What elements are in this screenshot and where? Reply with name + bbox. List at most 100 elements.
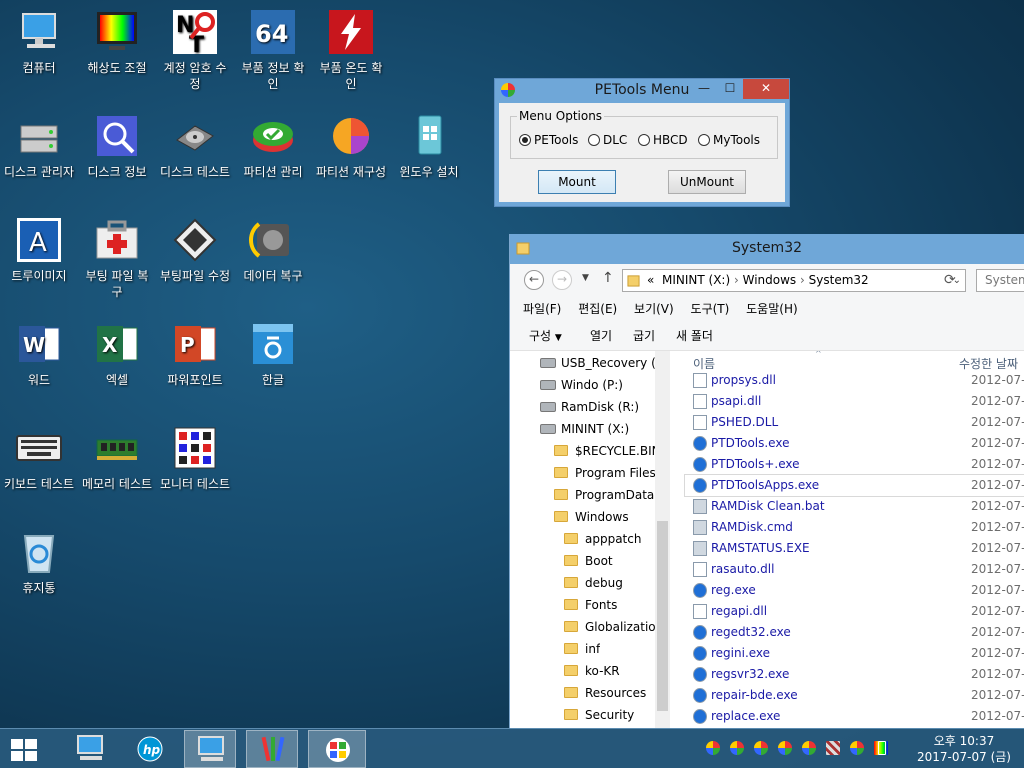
desktop-icon-disk-info[interactable]: 디스크 정보 — [81, 112, 153, 180]
desktop-icon-disk-test[interactable]: 디스크 테스트 — [159, 112, 231, 180]
close-button[interactable]: ✕ — [743, 79, 789, 99]
radio-hbcd[interactable]: HBCD — [638, 133, 688, 147]
nav-folder[interactable]: inf — [564, 638, 600, 660]
desktop-icon-word[interactable]: W 워드 — [3, 320, 75, 388]
file-row[interactable]: regini.exe 2012-07-26 — [685, 643, 1024, 664]
tray-windows-icon[interactable] — [706, 741, 720, 755]
file-row[interactable]: regedt32.exe 2012-07-26 — [685, 622, 1024, 643]
taskbar-petools[interactable] — [308, 730, 366, 768]
menu-help[interactable]: 도움말(H) — [746, 302, 798, 316]
nav-folder[interactable]: Resources — [564, 682, 646, 704]
nav-folder[interactable]: Security — [564, 704, 634, 726]
desktop-icon-boot-repair[interactable]: 부팅 파일 복구 — [81, 216, 153, 300]
new-folder-button[interactable]: 새 폴더 — [676, 321, 713, 351]
desktop-icon-boot-edit[interactable]: 부팅파일 수정 — [159, 216, 231, 284]
radio-petools[interactable]: PETools — [519, 133, 578, 147]
file-row[interactable]: replace.exe 2012-07-26 — [685, 706, 1024, 727]
taskbar-computer[interactable] — [64, 730, 116, 768]
file-row[interactable]: psapi.dll 2012-07-26 — [685, 391, 1024, 412]
menu-tools[interactable]: 도구(T) — [691, 302, 730, 316]
explorer-titlebar[interactable]: System32 — [510, 234, 1024, 264]
desktop-icon-keyboard-test[interactable]: 키보드 테스트 — [3, 424, 75, 492]
tray-windows-icon[interactable] — [850, 741, 864, 755]
file-row[interactable]: RAMDisk.cmd 2012-07-26 — [685, 517, 1024, 538]
nav-drive[interactable]: Windo (P:) — [540, 374, 623, 396]
scrollbar-thumb[interactable] — [657, 521, 668, 711]
desktop-icon-computer[interactable]: 컴퓨터 — [3, 8, 75, 76]
desktop-icon-data-recovery[interactable]: 데이터 복구 — [237, 216, 309, 284]
nav-folder[interactable]: apppatch — [564, 528, 641, 550]
taskbar-tools[interactable] — [246, 730, 298, 768]
refresh-icon[interactable]: ⟳ — [944, 272, 956, 288]
desktop-icon-resolution[interactable]: 해상도 조절 — [81, 8, 153, 76]
up-arrow-icon[interactable]: ↑ — [602, 270, 614, 286]
desktop-icon-cpuz[interactable]: 64 부품 정보 확인 — [237, 8, 309, 92]
tray-windows-icon[interactable] — [754, 741, 768, 755]
file-row[interactable]: PTDTools.exe 2012-07-26 — [685, 433, 1024, 454]
nav-drive[interactable]: MININT (X:) — [540, 418, 629, 440]
desktop-icon-temperature[interactable]: 부품 온도 확인 — [315, 8, 387, 92]
file-row[interactable]: PTDToolsApps.exe 2012-07-26 — [684, 474, 1024, 497]
start-button[interactable] — [0, 730, 46, 768]
desktop-icon-hangul[interactable]: 한글 — [237, 320, 309, 388]
breadcrumb-windows[interactable]: Windows — [743, 273, 797, 287]
menu-edit[interactable]: 편집(E) — [578, 302, 617, 316]
nav-folder[interactable]: $RECYCLE.BIN — [554, 440, 661, 462]
breadcrumb-minint[interactable]: MININT (X:) — [662, 273, 730, 287]
file-row[interactable]: repair-bde.exe 2012-07-26 — [685, 685, 1024, 706]
file-row[interactable]: PTDTools+.exe 2012-07-26 — [685, 454, 1024, 475]
nav-folder[interactable]: ko-KR — [564, 660, 620, 682]
desktop-icon-trueimage[interactable]: A 트루이미지 — [3, 216, 75, 284]
clock[interactable]: 오후 10:37 2017-07-07 (금) — [904, 733, 1024, 765]
tray-windows-icon[interactable] — [802, 741, 816, 755]
file-row[interactable]: RAMSTATUS.EXE 2012-07-26 — [685, 538, 1024, 559]
nav-folder[interactable]: Boot — [564, 550, 613, 572]
breadcrumb-separator[interactable]: › — [734, 273, 739, 287]
desktop-icon-partition[interactable]: 파티션 관리 — [237, 112, 309, 180]
tray-windows-icon[interactable] — [730, 741, 744, 755]
file-row[interactable]: RAMDisk Clean.bat 2012-07-26 — [685, 496, 1024, 517]
petools-titlebar[interactable]: PETools Menu — ☐ ✕ — [495, 79, 789, 103]
tray-usb-icon[interactable] — [878, 741, 886, 755]
mount-button[interactable]: Mount — [538, 170, 616, 194]
desktop-icon-powerpoint[interactable]: P 파워포인트 — [159, 320, 231, 388]
address-bar[interactable]: « MININT (X:) › Windows › System32 ⌄ — [622, 269, 966, 292]
file-row[interactable]: reg.exe 2012-07-26 — [685, 580, 1024, 601]
desktop-icon-excel[interactable]: X 엑셀 — [81, 320, 153, 388]
desktop-icon-partition-rebuild[interactable]: 파티션 재구성 — [315, 112, 387, 180]
menu-view[interactable]: 보기(V) — [634, 302, 674, 316]
open-button[interactable]: 열기 — [590, 321, 612, 351]
burn-button[interactable]: 굽기 — [633, 321, 655, 351]
nav-scrollbar[interactable] — [655, 351, 670, 728]
maximize-button[interactable]: ☐ — [717, 79, 743, 99]
desktop-icon-memory-test[interactable]: 메모리 테스트 — [81, 424, 153, 492]
desktop-icon-password[interactable]: NT 계정 암호 수정 — [159, 8, 231, 92]
back-button[interactable]: ← — [524, 270, 544, 290]
file-row[interactable]: propsys.dll 2012-07-26 — [685, 370, 1024, 391]
nav-folder[interactable]: Globalization — [564, 616, 663, 638]
forward-button[interactable]: → — [552, 270, 572, 290]
nav-folder[interactable]: Fonts — [564, 594, 617, 616]
search-input[interactable]: System — [976, 269, 1024, 292]
desktop-icon-disk-manager[interactable]: 디스크 관리자 — [3, 112, 75, 180]
desktop-icon-windows-setup[interactable]: 윈도우 설치 — [393, 112, 465, 180]
menu-file[interactable]: 파일(F) — [523, 302, 561, 316]
organize-button[interactable]: 구성 ▼ — [529, 321, 562, 353]
address-overflow[interactable]: « — [647, 273, 654, 287]
nav-drive[interactable]: USB_Recovery (C — [540, 352, 664, 374]
taskbar-hp[interactable]: hp — [124, 730, 176, 768]
nav-folder[interactable]: Program Files — [554, 462, 656, 484]
nav-folder[interactable]: debug — [564, 572, 623, 594]
file-row[interactable]: PSHED.DLL 2012-07-26 — [685, 412, 1024, 433]
desktop-icon-recycle-bin[interactable]: 휴지통 — [3, 528, 75, 596]
unmount-button[interactable]: UnMount — [668, 170, 746, 194]
file-row[interactable]: regsvr32.exe 2012-07-26 — [685, 664, 1024, 685]
radio-dlc[interactable]: DLC — [588, 133, 627, 147]
taskbar-explorer[interactable] — [184, 730, 236, 768]
desktop-icon-monitor-test[interactable]: 모니터 테스트 — [159, 424, 231, 492]
file-row[interactable]: rasauto.dll 2012-07-26 — [685, 559, 1024, 580]
radio-mytools[interactable]: MyTools — [698, 133, 760, 147]
nav-folder[interactable]: Windows — [554, 506, 629, 528]
file-row[interactable]: regapi.dll 2012-07-26 — [685, 601, 1024, 622]
nav-drive[interactable]: RamDisk (R:) — [540, 396, 639, 418]
